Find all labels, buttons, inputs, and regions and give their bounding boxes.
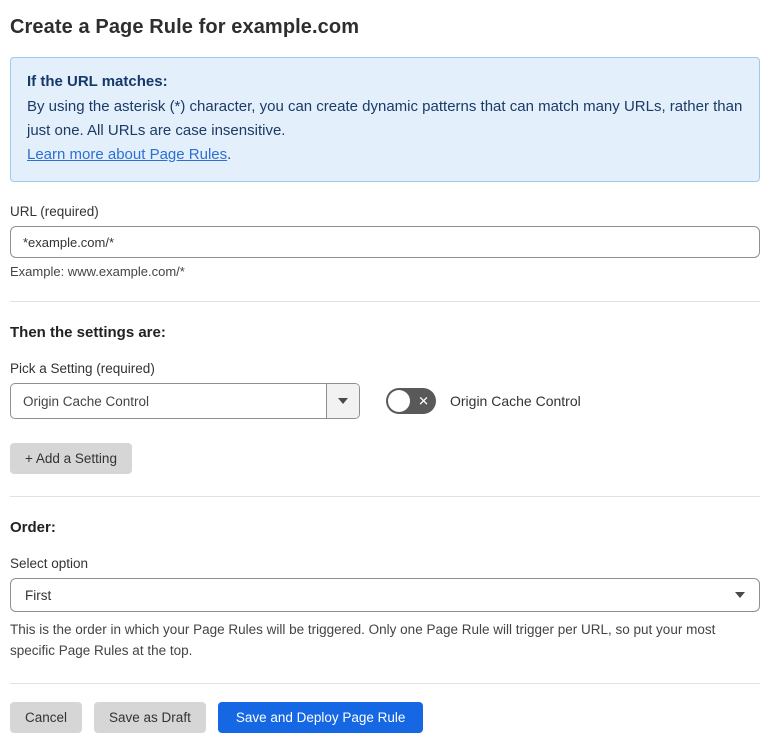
learn-more-link[interactable]: Learn more about Page Rules xyxy=(27,146,227,163)
origin-cache-toggle[interactable]: ✕ xyxy=(386,388,436,414)
add-setting-button[interactable]: + Add a Setting xyxy=(10,443,132,474)
setting-select-arrow-button[interactable] xyxy=(326,384,359,418)
save-as-draft-button[interactable]: Save as Draft xyxy=(94,702,206,733)
divider xyxy=(10,496,760,497)
setting-row: Origin Cache Control ✕ Origin Cache Cont… xyxy=(10,383,760,419)
order-section-heading: Order: xyxy=(10,519,56,536)
url-match-info-box: If the URL matches: By using the asteris… xyxy=(10,57,760,182)
info-box-heading: If the URL matches: xyxy=(27,73,168,90)
origin-cache-toggle-wrap: ✕ Origin Cache Control xyxy=(386,388,581,414)
settings-section-heading: Then the settings are: xyxy=(10,324,166,341)
setting-select[interactable]: Origin Cache Control xyxy=(10,383,360,419)
order-select-value: First xyxy=(25,587,52,603)
url-input[interactable] xyxy=(10,226,760,258)
setting-select-value: Origin Cache Control xyxy=(23,393,150,409)
order-select-label: Select option xyxy=(10,556,89,571)
toggle-label: Origin Cache Control xyxy=(450,393,581,409)
pick-setting-label: Pick a Setting (required) xyxy=(10,361,155,376)
info-box-link-row: Learn more about Page Rules. xyxy=(27,143,743,167)
divider xyxy=(10,301,760,302)
toggle-off-x-icon: ✕ xyxy=(418,393,429,409)
save-and-deploy-button[interactable]: Save and Deploy Page Rule xyxy=(217,702,424,733)
create-page-rule-form: Create a Page Rule for example.com If th… xyxy=(0,0,770,747)
order-select[interactable]: First xyxy=(10,578,760,612)
url-field-label: URL (required) xyxy=(10,204,99,219)
order-helper-text: This is the order in which your Page Rul… xyxy=(10,622,716,658)
link-suffix: . xyxy=(227,146,232,163)
url-example-helper: Example: www.example.com/* xyxy=(10,264,185,279)
cancel-button[interactable]: Cancel xyxy=(10,702,83,733)
chevron-down-icon xyxy=(338,398,348,404)
divider xyxy=(10,683,760,684)
page-title: Create a Page Rule for example.com xyxy=(10,16,360,38)
footer-actions: Cancel Save as Draft Save and Deploy Pag… xyxy=(10,702,760,733)
chevron-down-icon xyxy=(735,592,745,598)
info-box-body: By using the asterisk (*) character, you… xyxy=(27,98,743,139)
toggle-knob xyxy=(388,390,410,412)
